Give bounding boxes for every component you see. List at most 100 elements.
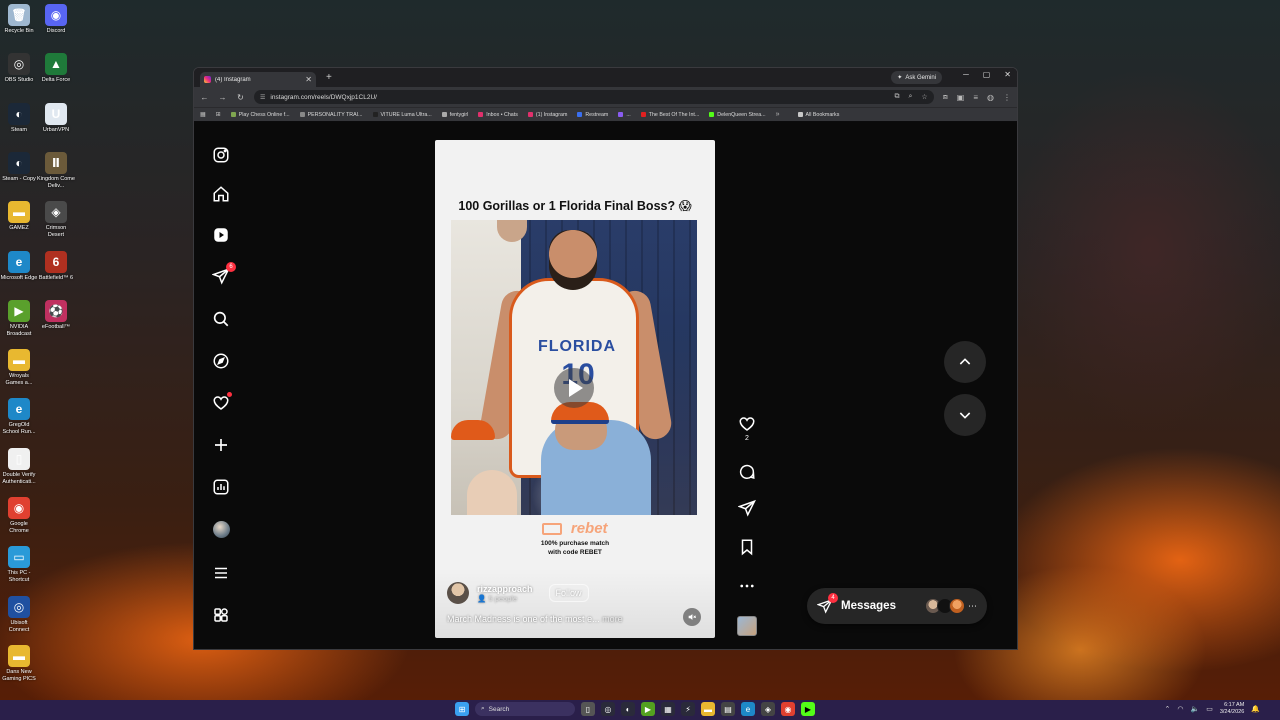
desktop-icon[interactable]: ◈ Crimson Desert: [37, 201, 75, 239]
desktop-icon[interactable]: ▭ This PC - Shortcut: [0, 546, 38, 584]
edge-taskbar-icon[interactable]: e: [741, 702, 755, 716]
bookmark-item[interactable]: Inbox • Chats: [478, 112, 518, 118]
bookmarks-app-icon[interactable]: ▦: [200, 111, 206, 118]
calculator-icon[interactable]: ▤: [721, 702, 735, 716]
url-input[interactable]: ☰ instagram.com/reels/DWQxjp1CL2U/ ⧉ ⌕ ☆: [254, 90, 934, 104]
profile-avatar[interactable]: [210, 518, 232, 540]
create-plus-icon[interactable]: [210, 434, 232, 456]
desktop-icon[interactable]: ◉ Discord: [37, 4, 75, 35]
task-view-icon[interactable]: ▯: [581, 702, 595, 716]
caption-more-link[interactable]: more: [602, 614, 623, 624]
play-button[interactable]: [554, 368, 594, 408]
more-bookmarks-icon[interactable]: »: [776, 111, 780, 118]
desktop-icon[interactable]: ◎ OBS Studio: [0, 53, 38, 84]
bookmark-icon[interactable]: [738, 538, 756, 556]
desktop-icon[interactable]: 6 Battlefield™ 6: [37, 250, 75, 282]
share-action[interactable]: [736, 499, 758, 517]
steam-taskbar-icon[interactable]: ◐: [621, 702, 635, 716]
menu-kebab-icon[interactable]: ⋮: [1003, 93, 1011, 102]
close-tab-icon[interactable]: ✕: [305, 75, 312, 84]
terminal-taskbar-icon[interactable]: ▦: [661, 702, 675, 716]
bookmark-item[interactable]: (1) Instagram: [527, 112, 567, 118]
zoom-icon[interactable]: ⌕: [908, 93, 912, 101]
notification-bell-icon[interactable]: 🔔: [1251, 705, 1260, 713]
messages-button[interactable]: 4 Messages ⋯: [807, 588, 987, 624]
desktop-icon[interactable]: ◐ Steam - Copy: [0, 151, 38, 183]
site-info-icon[interactable]: ☰: [260, 94, 265, 101]
tray-chevron-icon[interactable]: ⌃: [1164, 705, 1170, 713]
comment-icon[interactable]: [738, 463, 756, 481]
next-reel-button[interactable]: [944, 394, 986, 436]
comment-action[interactable]: [736, 463, 758, 481]
notifications-heart-icon[interactable]: [210, 392, 232, 414]
dashboard-chart-icon[interactable]: [210, 476, 232, 498]
reel-caption[interactable]: March Madness is one of the most e... mo…: [447, 614, 623, 624]
author-username[interactable]: rizzapproach: [477, 584, 533, 594]
instagram-logo-icon[interactable]: [210, 144, 232, 166]
also-from-meta-icon[interactable]: [210, 604, 232, 626]
file-explorer-icon[interactable]: ▬: [701, 702, 715, 716]
bookmark-item[interactable]: PERSONALITY TRAI...: [299, 112, 363, 118]
tab-instagram[interactable]: (4) Instagram ✕: [200, 72, 316, 87]
apps-grid-icon[interactable]: ⊞: [216, 111, 221, 118]
bookmark-star-icon[interactable]: ☆: [921, 93, 927, 101]
more-menu-icon[interactable]: [210, 562, 232, 584]
desktop-icon[interactable]: U UrbanVPN: [37, 102, 75, 134]
chrome-taskbar-icon[interactable]: ◉: [781, 702, 795, 716]
volume-icon[interactable]: 🔈: [1190, 705, 1199, 713]
reel-video[interactable]: FLORIDA 10: [451, 220, 697, 515]
direct-messages-icon[interactable]: 6: [210, 262, 236, 287]
extensions-icon[interactable]: ⧈: [943, 92, 948, 102]
desktop-icon[interactable]: e GregOld School Run...: [0, 398, 38, 436]
desktop-icon[interactable]: 🗑 Recycle Bin: [0, 4, 38, 35]
bookmark-item[interactable]: VITURE Luma Ultra...: [372, 112, 432, 118]
desktop-icon[interactable]: ⚽ eFootball™: [37, 299, 75, 331]
install-app-icon[interactable]: ⧉: [894, 93, 899, 101]
bookmark-item[interactable]: ...: [618, 112, 631, 118]
obs-taskbar-icon[interactable]: ◎: [601, 702, 615, 716]
close-window-icon[interactable]: ✕: [1004, 70, 1011, 79]
bookmark-item[interactable]: Play Chess Online f...: [230, 112, 290, 118]
desktop-icon[interactable]: ▯ Double Verify Authenticati...: [0, 447, 38, 486]
reel-player[interactable]: 100 Gorillas or 1 Florida Final Boss? 😱 …: [435, 140, 715, 638]
desktop-icon[interactable]: ▬ Wroyals Games a...: [0, 349, 38, 387]
desktop-icon[interactable]: e Microsoft Edge: [0, 250, 38, 282]
collab-people[interactable]: 👤 5 people: [477, 594, 533, 603]
forward-icon[interactable]: →: [218, 93, 227, 102]
ask-gemini-button[interactable]: ✦ Ask Gemini: [891, 71, 942, 84]
search-icon[interactable]: [210, 308, 232, 330]
like-action[interactable]: 2: [736, 415, 758, 442]
follow-button[interactable]: Follow: [548, 584, 589, 602]
new-tab-button[interactable]: +: [326, 72, 332, 83]
desktop-icon[interactable]: ◎ Ubisoft Connect: [0, 595, 38, 634]
battery-icon[interactable]: ▭: [1206, 705, 1213, 713]
kick-taskbar-icon[interactable]: ▶: [801, 702, 815, 716]
share-icon[interactable]: [738, 499, 756, 517]
nvidia-taskbar-icon[interactable]: ▶: [641, 702, 655, 716]
app-taskbar-icon[interactable]: ◈: [761, 702, 775, 716]
save-action[interactable]: [736, 538, 758, 556]
sidepanel-icon[interactable]: ▣: [957, 93, 965, 102]
like-heart-icon[interactable]: [738, 415, 756, 433]
start-windows-icon[interactable]: ⊞: [455, 702, 469, 716]
reels-icon[interactable]: [210, 224, 232, 246]
author-avatar[interactable]: [447, 582, 469, 604]
gpu-taskbar-icon[interactable]: ⚡: [681, 702, 695, 716]
desktop-icon[interactable]: ▶ NVIDIA Broadcast: [0, 299, 38, 338]
desktop-icon[interactable]: ▬ Dans New Gaming PICS: [0, 644, 38, 683]
desktop-icon[interactable]: ▬ GAMEZ: [0, 201, 38, 232]
audio-thumbnail[interactable]: [736, 616, 758, 636]
all-bookmarks-folder[interactable]: All Bookmarks: [797, 112, 839, 118]
previous-reel-button[interactable]: [944, 341, 986, 383]
bookmark-item[interactable]: fentygirl: [441, 112, 468, 118]
desktop-icon[interactable]: Ⅱ Kingdom Come Deliv...: [37, 151, 75, 190]
desktop-icon[interactable]: ◐ Steam: [0, 102, 38, 134]
bookmark-item[interactable]: DelenQueen Strea...: [709, 112, 766, 118]
bookmark-item[interactable]: Restream: [577, 112, 608, 118]
home-icon[interactable]: [210, 183, 232, 205]
desktop-icon[interactable]: ▲ Delta Force: [37, 53, 75, 84]
more-options-action[interactable]: [736, 577, 758, 595]
network-icon[interactable]: ◠: [1177, 705, 1183, 713]
bookmark-item[interactable]: The Best Of The Int...: [640, 112, 699, 118]
media-icon[interactable]: ≡: [973, 93, 978, 102]
